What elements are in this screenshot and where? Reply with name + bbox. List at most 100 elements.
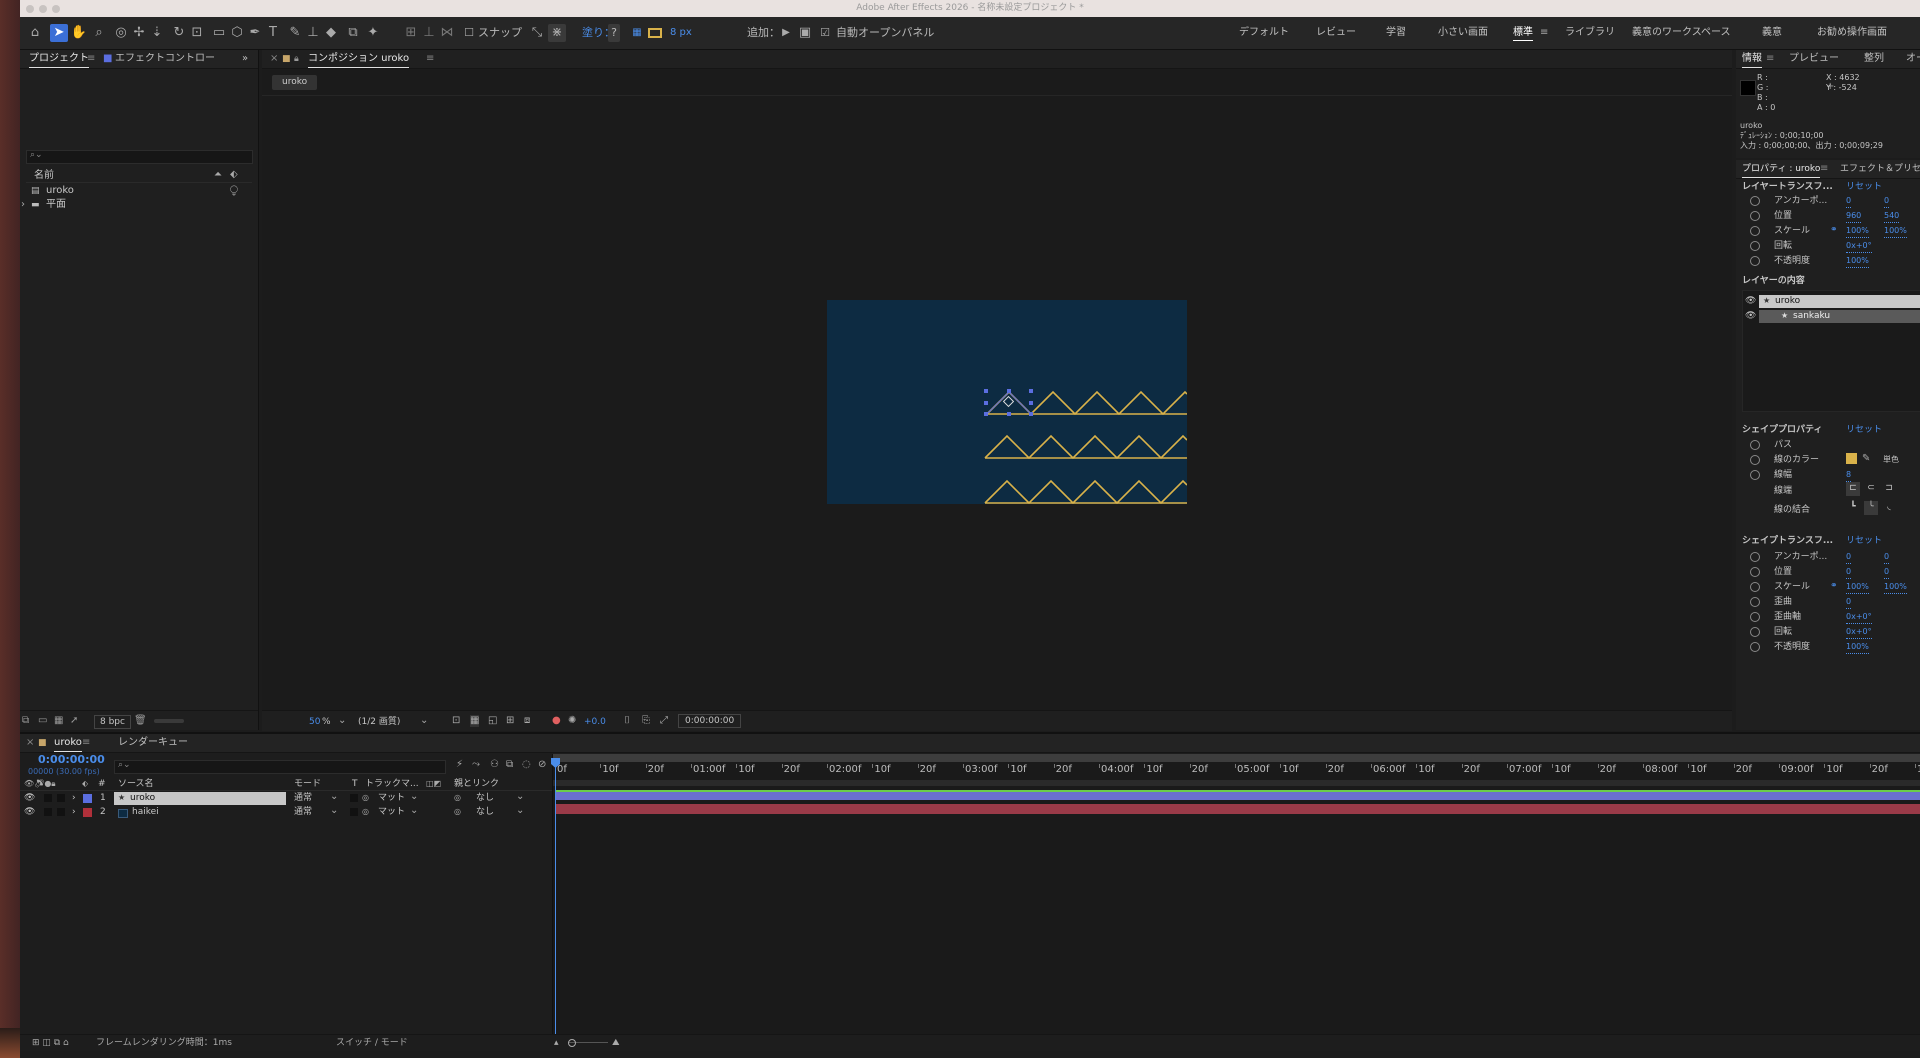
- stopwatch-icon[interactable]: [1750, 455, 1760, 465]
- hand-tool-icon[interactable]: ✋: [70, 24, 88, 42]
- content-item-uroko[interactable]: 👁︎ ★ uroko: [1743, 295, 1920, 308]
- timeline-menu-icon[interactable]: ≡: [82, 737, 90, 749]
- constrain-proportions-icon[interactable]: ⚭: [1830, 580, 1838, 592]
- parent-pickwhip-icon[interactable]: ◎: [454, 792, 461, 804]
- shape-rotation-value[interactable]: 0x+0°: [1846, 626, 1872, 639]
- thumbnail-size-slider[interactable]: [154, 719, 184, 723]
- stopwatch-icon[interactable]: [1750, 256, 1760, 266]
- selection-handles[interactable]: [984, 389, 1033, 416]
- column-mode[interactable]: モード: [294, 778, 321, 790]
- tab-properties-menu-icon[interactable]: ≡: [1820, 163, 1828, 175]
- dropdown-chevron-icon[interactable]: ⌄: [516, 791, 524, 803]
- parent-pickwhip-icon[interactable]: ◎: [454, 806, 461, 818]
- shape-anchor-x-value[interactable]: 0: [1846, 551, 1852, 564]
- rectangle-tool-icon[interactable]: ▭: [210, 24, 228, 42]
- scale-x-value[interactable]: 100%: [1846, 225, 1869, 238]
- constrain-proportions-icon[interactable]: ⚭: [1830, 224, 1838, 236]
- tab-info-menu-icon[interactable]: ≡: [1766, 53, 1774, 65]
- transparency-grid-icon[interactable]: ▦: [470, 715, 480, 727]
- brush-tool-icon[interactable]: ✎: [286, 24, 304, 42]
- label-column-icon[interactable]: ⬖: [82, 778, 88, 790]
- color-channel-icon[interactable]: ●: [552, 715, 561, 727]
- bpc-button[interactable]: 8 bpc: [94, 715, 131, 729]
- stopwatch-icon[interactable]: [1750, 642, 1760, 652]
- tab-preview[interactable]: プレビュー: [1789, 53, 1839, 65]
- align-3-icon[interactable]: ⋈: [438, 24, 456, 42]
- new-folder-icon[interactable]: ▭: [38, 715, 47, 727]
- butt-cap-button[interactable]: ⊏: [1846, 482, 1860, 496]
- visibility-eye-icon[interactable]: 👁︎: [1745, 295, 1756, 307]
- visibility-eye-icon[interactable]: 👁︎: [1745, 310, 1756, 322]
- trash-icon[interactable]: 🗑: [134, 715, 147, 727]
- expand-chevron-icon[interactable]: ›: [21, 199, 25, 211]
- minimize-window-button[interactable]: [39, 5, 47, 13]
- adobe-dynamic-link-icon[interactable]: ➚: [70, 715, 78, 727]
- footer-toggle-icons[interactable]: ⊞ ◫ ⧉ ⌂: [32, 1037, 69, 1049]
- stopwatch-icon[interactable]: [1750, 597, 1760, 607]
- position-x-value[interactable]: 960: [1846, 210, 1862, 223]
- scale-y-value[interactable]: 100%: [1884, 225, 1907, 238]
- layer-duration-bar-uroko[interactable]: [555, 790, 1920, 800]
- fast-preview-icon[interactable]: ⤢: [660, 715, 668, 727]
- tab-align[interactable]: 整列: [1864, 53, 1884, 65]
- column-name[interactable]: 名前: [34, 170, 54, 182]
- zoom-tool-icon[interactable]: ⌕: [90, 24, 108, 42]
- shape-opacity-value[interactable]: 100%: [1846, 641, 1869, 654]
- skew-axis-value[interactable]: 0x+0°: [1846, 611, 1872, 624]
- workspace-custom-2[interactable]: 義意: [1762, 26, 1782, 40]
- layer-matte-dropdown[interactable]: マット: [378, 806, 405, 818]
- frame-blending-icon[interactable]: ⧉: [506, 759, 513, 771]
- tab-composition-menu-icon[interactable]: ≡: [426, 53, 434, 65]
- shape-position-x-value[interactable]: 0: [1846, 566, 1852, 579]
- stopwatch-icon[interactable]: [1750, 552, 1760, 562]
- zoom-dropdown-icon[interactable]: ⌄: [338, 715, 346, 727]
- column-source-name[interactable]: ソース名: [118, 778, 154, 790]
- label-tag-icon[interactable]: ⬖: [230, 169, 238, 181]
- dolly-tool-icon[interactable]: ⇣: [148, 24, 166, 42]
- preserve-transparency-toggle[interactable]: [350, 808, 358, 816]
- stopwatch-icon[interactable]: [1750, 612, 1760, 622]
- stopwatch-icon[interactable]: [1750, 567, 1760, 577]
- shape-properties-reset[interactable]: リセット: [1846, 424, 1882, 436]
- layer-label-color[interactable]: [83, 794, 92, 803]
- position-y-value[interactable]: 540: [1884, 210, 1900, 223]
- project-item-solids-folder[interactable]: › ▬ 平面: [21, 199, 252, 211]
- shape-position-y-value[interactable]: 0: [1884, 566, 1890, 579]
- eraser-tool-icon[interactable]: ◆: [322, 24, 340, 42]
- workspace-recommended[interactable]: お勧め操作画面: [1817, 26, 1887, 40]
- project-item-uroko[interactable]: ▤ uroko ⧬: [26, 185, 252, 197]
- stopwatch-icon[interactable]: [1750, 440, 1760, 450]
- new-composition-icon[interactable]: ▦: [54, 715, 63, 727]
- snap-option-icon[interactable]: ⤡: [528, 24, 546, 42]
- visibility-eye-icon[interactable]: 👁︎: [24, 806, 35, 818]
- time-ruler[interactable]: 0f 10f 20f 01:00f 10f 20f 02:00f 10f 20f 03:00f 10…: [553, 764, 1920, 778]
- workspace-learn[interactable]: 学習: [1386, 26, 1406, 40]
- panel-overflow-icon[interactable]: »: [242, 53, 248, 65]
- comp-mini-flowchart-icon[interactable]: ⤳: [472, 759, 480, 771]
- resolution-dropdown[interactable]: (1/2 画質): [358, 716, 400, 728]
- stroke-width-value[interactable]: 8: [1846, 469, 1852, 482]
- anchor-y-value[interactable]: 0: [1884, 195, 1890, 208]
- shape-scale-y-value[interactable]: 100%: [1884, 581, 1907, 594]
- add-play-icon[interactable]: ▶: [777, 24, 795, 42]
- skew-value[interactable]: 0: [1846, 596, 1852, 609]
- show-snapshot-icon[interactable]: ⎘: [642, 715, 650, 727]
- workspace-custom[interactable]: 義意のワークスペース: [1632, 26, 1731, 40]
- miter-join-button[interactable]: ┗: [1846, 501, 1860, 513]
- clone-stamp-tool-icon[interactable]: ⊥: [304, 24, 322, 42]
- tab-audio[interactable]: オーディ: [1906, 53, 1920, 65]
- stroke-width-value[interactable]: 8 px: [670, 24, 692, 42]
- content-item-sankaku[interactable]: 👁︎ ★ sankaku: [1743, 310, 1920, 323]
- layer-label-color[interactable]: [83, 808, 92, 817]
- draft-3d-icon[interactable]: ⚡: [456, 759, 463, 771]
- stopwatch-icon[interactable]: [1750, 226, 1760, 236]
- composition-canvas[interactable]: [827, 300, 1187, 504]
- workspace-menu-icon[interactable]: ≡: [1540, 26, 1548, 40]
- layer-parent-dropdown[interactable]: なし: [476, 792, 494, 804]
- region-of-interest-icon[interactable]: ⊡: [452, 715, 460, 727]
- home-icon[interactable]: ⌂: [26, 24, 44, 42]
- shape-transform-reset[interactable]: リセット: [1846, 535, 1882, 547]
- timeline-layer-row[interactable]: 👁︎ › 1 ★ uroko 通常 ⌄ ◎ マット ⌄ ◎ なし ⌄: [20, 791, 556, 805]
- sort-icon[interactable]: ⏶: [214, 169, 222, 181]
- stroke-mode-dropdown[interactable]: 単色: [1883, 454, 1899, 466]
